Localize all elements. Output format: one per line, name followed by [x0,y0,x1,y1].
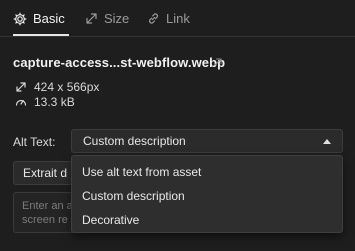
menu-item-use-asset-alt[interactable]: Use alt text from asset [72,160,342,184]
tab-link[interactable]: Link [146,0,190,37]
tab-link-label: Link [166,11,190,26]
tab-bar: Basic Size Link [0,0,355,37]
tab-basic-label: Basic [33,11,65,26]
alt-text-dropdown-menu: Use alt text from asset Custom descripti… [71,155,343,233]
link-icon [146,12,160,26]
menu-item-custom-description[interactable]: Custom description [72,184,342,208]
alt-text-select[interactable]: Custom description [71,129,343,153]
menu-item-decorative[interactable]: Decorative [72,208,342,232]
asset-filesize-row: 13.3 kB [15,95,75,109]
asset-filesize: 13.3 kB [34,95,75,109]
dimensions-icon [15,81,27,93]
tab-size-label: Size [104,11,130,26]
open-external-icon[interactable] [212,55,224,67]
asset-dimensions-row: 424 x 566px [15,80,99,94]
asset-dimensions: 424 x 566px [34,80,100,94]
gear-icon [13,12,27,26]
alt-text-label: Alt Text: [13,135,56,149]
image-settings-panel: Basic Size Link capture-access...st-webf… [0,0,355,251]
tab-size[interactable]: Size [84,0,129,37]
resize-arrows-icon [84,12,98,26]
tab-basic[interactable]: Basic [13,0,65,37]
asset-filename[interactable]: capture-access...st-webflow.webp [13,55,225,70]
alt-text-selected-value: Custom description [83,134,186,148]
active-tab-indicator [13,34,69,36]
caret-up-icon [323,139,331,144]
gauge-icon [15,96,27,108]
